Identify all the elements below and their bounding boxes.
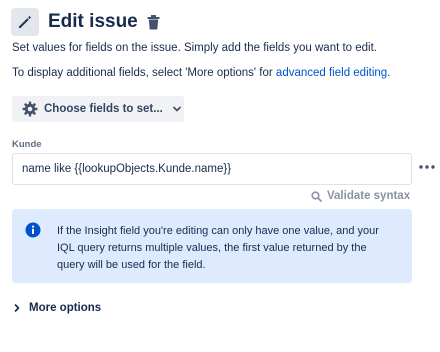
info-line: IQL query returns multiple values, the f… bbox=[57, 242, 367, 254]
description-suffix: . bbox=[387, 67, 391, 79]
description-line-1: Set values for fields on the issue. Simp… bbox=[12, 42, 378, 54]
header: Edit issue bbox=[11, 8, 162, 36]
field-label-kunde: Kunde bbox=[12, 139, 42, 150]
chevron-right-icon bbox=[13, 303, 21, 313]
advanced-field-editing-link[interactable]: advanced field editing bbox=[276, 67, 387, 79]
choose-fields-label: Choose fields to set... bbox=[44, 103, 163, 115]
more-horizontal-icon[interactable] bbox=[417, 159, 437, 175]
gear-icon bbox=[22, 101, 38, 117]
info-message: If the Insight field you're editing can … bbox=[57, 223, 397, 274]
description-prefix: To display additional fields, select 'Mo… bbox=[12, 67, 276, 79]
kunde-field-input[interactable] bbox=[12, 153, 412, 185]
page-title: Edit issue bbox=[48, 11, 138, 32]
trash-icon[interactable] bbox=[146, 13, 162, 31]
info-line: If the Insight field you're editing can … bbox=[57, 225, 379, 237]
more-options-toggle[interactable]: More options bbox=[13, 302, 101, 314]
validate-syntax-label: Validate syntax bbox=[327, 190, 411, 202]
validate-syntax-button[interactable]: Validate syntax bbox=[311, 190, 410, 202]
info-line: query will be used for the field. bbox=[57, 259, 206, 271]
info-icon bbox=[25, 222, 41, 243]
info-panel: If the Insight field you're editing can … bbox=[12, 209, 412, 283]
more-options-label: More options bbox=[29, 302, 102, 314]
choose-fields-button[interactable]: Choose fields to set... bbox=[12, 96, 184, 122]
description-line-2: To display additional fields, select 'Mo… bbox=[12, 67, 390, 79]
search-icon bbox=[311, 190, 322, 202]
chevron-down-icon bbox=[172, 105, 182, 113]
edit-issue-panel: Edit issue Set values for fields on the … bbox=[0, 0, 440, 352]
pencil-icon bbox=[11, 8, 39, 36]
